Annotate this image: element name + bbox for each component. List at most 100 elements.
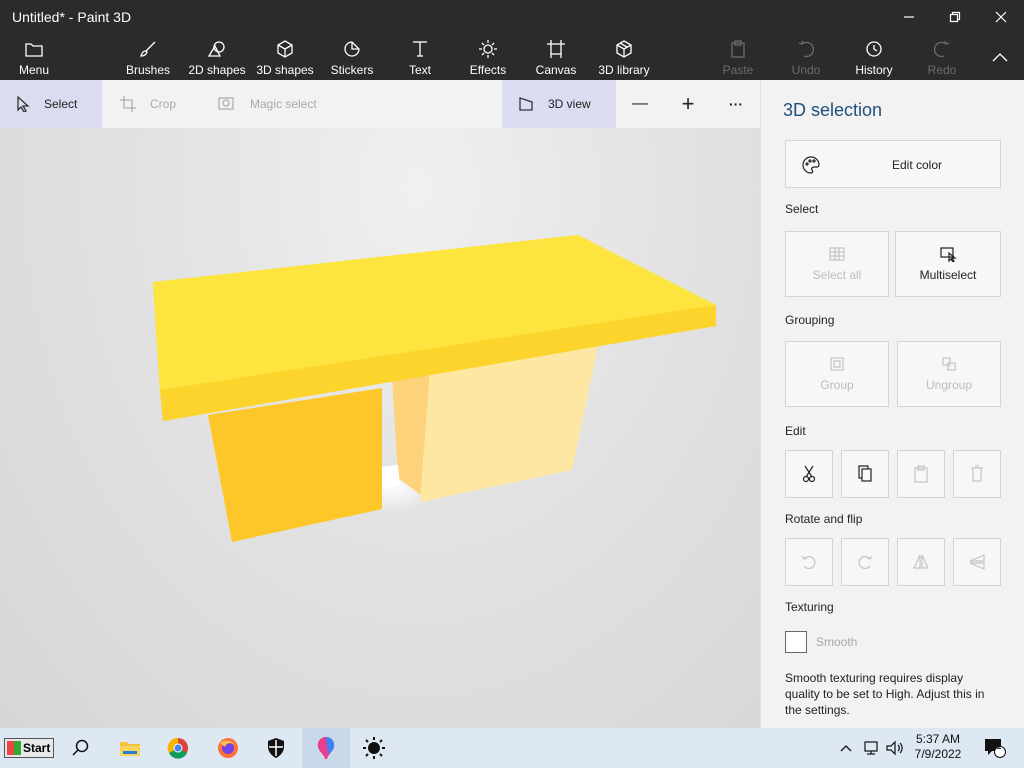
rotate-right-icon — [858, 555, 873, 570]
clock[interactable]: 5:37 AM 7/9/2022 — [905, 732, 971, 762]
close-button[interactable] — [978, 0, 1024, 34]
show-hidden-icons-button[interactable] — [836, 728, 856, 768]
edit-section-label: Edit — [785, 424, 806, 438]
restore-button[interactable] — [932, 0, 978, 34]
menu-button[interactable]: Menu — [12, 34, 56, 80]
taskbar-security[interactable] — [252, 728, 300, 768]
close-icon — [995, 11, 1007, 23]
trash-icon — [971, 465, 983, 482]
search-icon — [72, 739, 89, 756]
group-button[interactable]: Group — [785, 341, 889, 407]
cut-button[interactable] — [785, 450, 833, 498]
flip-horizontal-button[interactable] — [897, 538, 945, 586]
crop-tool-label: Crop — [150, 97, 177, 111]
3d-view-button[interactable]: 3D view — [502, 80, 616, 128]
group-icon — [830, 357, 844, 371]
crop-tool-button[interactable]: Crop — [120, 80, 200, 128]
network-button[interactable] — [860, 728, 882, 768]
minimize-button[interactable] — [886, 0, 932, 34]
tool-label: Effects — [469, 63, 507, 77]
redo-icon — [934, 40, 950, 58]
taskbar-file-explorer[interactable] — [106, 728, 154, 768]
tool-text[interactable]: Text — [400, 34, 440, 80]
tool-canvas[interactable]: Canvas — [534, 34, 578, 80]
chevron-up-icon — [840, 745, 852, 752]
history-button[interactable]: History — [852, 34, 896, 80]
redo-label: Redo — [927, 63, 957, 77]
smooth-checkbox[interactable] — [785, 631, 807, 653]
folder-icon — [25, 43, 43, 57]
zoom-in-icon: + — [681, 91, 695, 116]
ungroup-label: Ungroup — [925, 378, 973, 392]
redo-button[interactable]: Redo — [922, 34, 962, 80]
gap-highlight — [382, 465, 400, 488]
select-all-icon — [829, 247, 845, 261]
copy-button[interactable] — [841, 450, 889, 498]
start-button[interactable]: Start — [4, 738, 54, 758]
zoom-in-button[interactable]: + — [676, 80, 700, 128]
undo-label: Undo — [791, 63, 821, 77]
ungroup-button[interactable]: Ungroup — [897, 341, 1001, 407]
effects-icon — [479, 40, 497, 58]
2d-shapes-icon — [207, 41, 225, 57]
tool-label: Brushes — [125, 63, 171, 77]
3d-object[interactable] — [0, 128, 760, 728]
chrome-icon — [167, 737, 188, 759]
texturing-note: Smooth texturing requires display qualit… — [785, 671, 985, 717]
tool-effects[interactable]: Effects — [466, 34, 510, 80]
tool-label: 3D library — [598, 63, 650, 77]
collapse-ribbon-button[interactable] — [986, 34, 1014, 80]
select-all-button[interactable]: Select all — [785, 231, 889, 297]
grouping-section-label: Grouping — [785, 313, 835, 327]
delete-button[interactable] — [953, 450, 1001, 498]
notification-icon — [985, 739, 1006, 758]
group-label: Group — [820, 378, 854, 392]
tool-stickers[interactable]: Stickers — [326, 34, 378, 80]
more-options-button[interactable]: ··· — [724, 80, 748, 128]
ribbon: Menu Brushes 2D shapes 3D shapes Sticker… — [0, 34, 1024, 80]
scissors-icon — [802, 465, 816, 483]
tool-2d-shapes[interactable]: 2D shapes — [186, 34, 248, 80]
select-all-label: Select all — [812, 268, 862, 282]
volume-button[interactable] — [884, 728, 906, 768]
rotate-right-button[interactable] — [841, 538, 889, 586]
multiselect-button[interactable]: Multiselect — [895, 231, 1001, 297]
undo-button[interactable]: Undo — [786, 34, 826, 80]
zoom-out-button[interactable]: — — [628, 80, 652, 128]
tool-strip: Select Crop Magic select 3D view — + ··· — [0, 80, 760, 128]
tool-3d-library[interactable]: 3D library — [596, 34, 652, 80]
magic-select-button[interactable]: Magic select — [218, 80, 338, 128]
title-bar: Untitled* - Paint 3D — [0, 0, 1024, 34]
minimize-icon — [904, 16, 914, 18]
start-label: Start — [23, 741, 51, 755]
taskbar-chrome[interactable] — [154, 728, 202, 768]
3d-shapes-icon — [277, 40, 293, 58]
tool-3d-shapes[interactable]: 3D shapes — [254, 34, 316, 80]
magic-select-label: Magic select — [250, 97, 317, 111]
more-icon: ··· — [729, 96, 743, 112]
3d-view-icon — [519, 97, 533, 111]
clock-date: 7/9/2022 — [914, 747, 962, 761]
search-button[interactable] — [56, 728, 104, 768]
multiselect-label: Multiselect — [919, 268, 977, 282]
taskbar-firefox[interactable] — [204, 728, 252, 768]
tool-brushes[interactable]: Brushes — [122, 34, 174, 80]
ungroup-icon — [942, 357, 956, 371]
shield-icon — [268, 738, 284, 758]
action-center-button[interactable]: 1 — [980, 728, 1010, 768]
taskbar-brightness[interactable] — [350, 728, 398, 768]
volume-icon — [886, 740, 903, 756]
edit-color-button[interactable]: Edit color — [785, 140, 1001, 188]
taskbar-paint3d[interactable] — [302, 728, 350, 768]
canvas-area[interactable] — [0, 128, 760, 728]
tool-label: Stickers — [330, 63, 374, 77]
rotate-left-button[interactable] — [785, 538, 833, 586]
multiselect-icon — [940, 247, 957, 262]
flip-horizontal-icon — [913, 554, 929, 569]
paste-button[interactable]: Paste — [718, 34, 758, 80]
flip-vertical-button[interactable] — [953, 538, 1001, 586]
taskbar: Start 5:37 AM 7/9/2022 1 — [0, 728, 1024, 768]
paste-panel-button[interactable] — [897, 450, 945, 498]
paint-3d-icon — [317, 737, 335, 759]
select-tool-button[interactable]: Select — [0, 80, 102, 128]
